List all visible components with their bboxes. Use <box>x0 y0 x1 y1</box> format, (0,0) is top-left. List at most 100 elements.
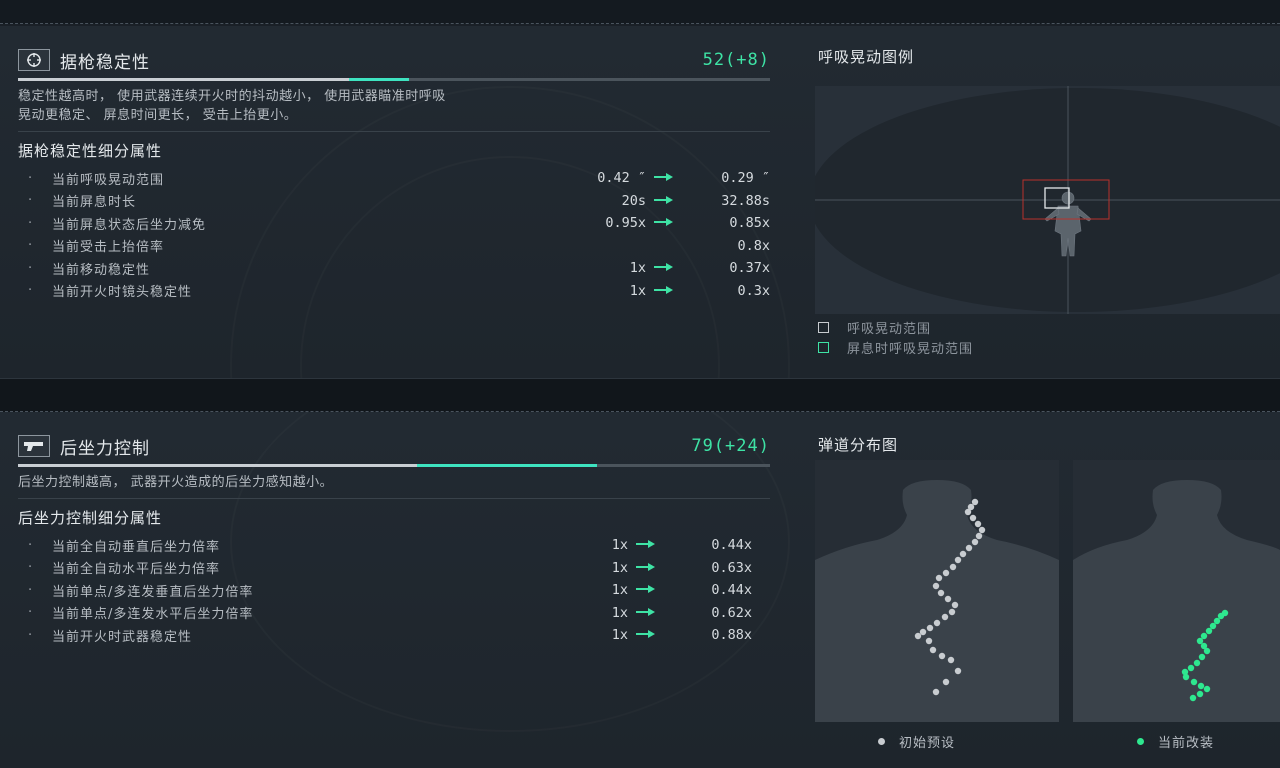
attribute-row: · 当前全自动水平后坐力倍率 1x 0.63x <box>18 557 770 580</box>
stability-bar-base <box>18 78 349 81</box>
arrow-right-icon <box>654 215 674 231</box>
spread-chart-title: 弹道分布图 <box>818 436 899 454</box>
bullet-impact-dot <box>1189 694 1197 702</box>
square-outline-icon <box>818 321 829 333</box>
square-outline-icon <box>818 341 829 353</box>
bullet-impact-dot <box>1213 617 1221 625</box>
bullet-impact-dot <box>1181 668 1189 676</box>
spread-target-current <box>1073 460 1280 722</box>
crosshair-icon <box>18 49 50 71</box>
sway-legend-label: 屏息时呼吸晃动范围 <box>847 341 974 357</box>
recoil-bar <box>18 464 770 467</box>
attribute-row: · 当前呼吸晃动范围 0.42 ″ 0.29 ″ <box>18 167 770 190</box>
attribute-to-value: 32.88s <box>721 192 770 209</box>
top-bar <box>0 0 1280 24</box>
attribute-label: 当前单点/多连发水平后坐力倍率 <box>52 607 254 623</box>
attribute-values: 1x 0.3x <box>630 283 770 299</box>
attribute-to-value: 0.44x <box>711 582 752 599</box>
bullet-impact-dot <box>944 595 952 603</box>
bullet-impact-dot <box>937 589 945 597</box>
bullet-impact-dot <box>1200 642 1208 650</box>
attribute-to-value: 0.63x <box>711 559 752 576</box>
stability-header: 据枪稳定性 52(+8) <box>18 46 770 74</box>
bullet-impact-dot <box>1200 632 1208 640</box>
attribute-to-value: 0.8x <box>737 237 770 254</box>
bullet: · <box>28 582 33 598</box>
bullet-impact-dot <box>919 628 927 636</box>
attribute-row: · 当前开火时武器稳定性 1x 0.88x <box>18 624 770 647</box>
attribute-label: 当前移动稳定性 <box>52 262 151 278</box>
attribute-from-value: 0.95x <box>605 215 646 232</box>
bullet-impact-dot <box>1198 653 1206 661</box>
attribute-from-value: 1x <box>611 582 628 599</box>
bullet-impact-dot <box>965 544 973 552</box>
attribute-row: · 当前开火时镜头稳定性 1x 0.3x <box>18 280 770 303</box>
target-silhouette <box>815 480 1059 722</box>
bullet-impact-dot <box>974 520 982 528</box>
stability-section: 据枪稳定性 52(+8) 稳定性越高时， 使用武器连续开火时的抖动越小， 使用武… <box>18 46 770 302</box>
bullet-impact-dot <box>948 608 956 616</box>
arrow-right-icon <box>654 193 674 209</box>
attribute-to-value: 0.62x <box>711 604 752 621</box>
attribute-to-value: 0.29 ″ <box>721 170 770 187</box>
arrow-right-icon <box>636 537 656 553</box>
arrow-right-icon <box>636 627 656 643</box>
bullet: · <box>28 238 33 254</box>
bullet-impact-dot <box>967 503 975 511</box>
attribute-label: 当前开火时武器稳定性 <box>52 629 193 645</box>
sway-legend-item: 呼吸晃动范围 <box>818 317 973 337</box>
bullet-impact-dot <box>1190 678 1198 686</box>
attribute-to-value: 0.44x <box>711 537 752 554</box>
target-silhouette <box>1073 480 1280 722</box>
attribute-row: · 当前单点/多连发垂直后坐力倍率 1x 0.44x <box>18 579 770 602</box>
recoil-bar-base <box>18 464 417 467</box>
bullet-impact-dot <box>1196 637 1204 645</box>
attribute-values: 20s 32.88s <box>622 193 770 209</box>
spread-target-initial <box>815 460 1059 722</box>
bullet: · <box>28 260 33 276</box>
attribute-to-value: 0.3x <box>737 282 770 299</box>
stability-score: 52(+8) <box>702 50 770 70</box>
bullet-impact-dot <box>954 667 962 675</box>
attribute-label: 当前单点/多连发垂直后坐力倍率 <box>52 584 254 600</box>
bullet-impact-dot <box>971 538 979 546</box>
recoil-title: 后坐力控制 <box>60 438 150 459</box>
sway-legend: 呼吸晃动范围 屏息时呼吸晃动范围 <box>818 317 973 357</box>
bullet-impact-dot <box>947 656 955 664</box>
attribute-from-value: 0.42 ″ <box>597 170 646 187</box>
bullet-impact-dot <box>914 632 922 640</box>
attribute-from-value: 1x <box>629 282 646 299</box>
bullet-impact-dot <box>925 637 933 645</box>
stability-bar <box>18 78 770 81</box>
bullet-impact-dot <box>1203 685 1211 693</box>
recoil-header: 后坐力控制 79(+24) <box>18 432 770 460</box>
stability-subtitle: 据枪稳定性细分属性 <box>18 142 163 160</box>
bullet: · <box>28 605 33 621</box>
bullet-impact-dot <box>932 688 940 696</box>
bullet: · <box>28 215 33 231</box>
section-divider <box>0 378 1280 412</box>
attribute-values: 0.8x <box>682 238 770 254</box>
arrow-right-icon <box>654 170 674 186</box>
pistol-icon <box>18 435 50 457</box>
attribute-values: 0.95x 0.85x <box>605 215 770 231</box>
attribute-to-value: 0.85x <box>729 215 770 232</box>
spread-legend-label: 当前改装 <box>1158 736 1215 751</box>
bullet-impact-dot <box>932 582 940 590</box>
attribute-row: · 当前屏息时长 20s 32.88s <box>18 190 770 213</box>
attribute-row: · 当前移动稳定性 1x 0.37x <box>18 257 770 280</box>
attribute-label: 当前全自动垂直后坐力倍率 <box>52 539 221 555</box>
attribute-from-value: 1x <box>611 559 628 576</box>
bullet-impact-dot <box>1187 664 1195 672</box>
attribute-to-value: 0.37x <box>729 260 770 277</box>
attribute-label: 当前屏息时长 <box>52 195 137 211</box>
bullet-impact-dot <box>969 514 977 522</box>
bullet-impact-dot <box>942 569 950 577</box>
attribute-from-value: 1x <box>611 537 628 554</box>
attribute-values: 1x 0.37x <box>630 260 770 276</box>
attribute-values: 0.42 ″ 0.29 ″ <box>597 170 770 186</box>
bullet: · <box>28 283 33 299</box>
attribute-label: 当前屏息状态后坐力减免 <box>52 217 207 233</box>
attribute-to-value: 0.88x <box>711 627 752 644</box>
attribute-values: 1x 0.88x <box>612 627 752 643</box>
